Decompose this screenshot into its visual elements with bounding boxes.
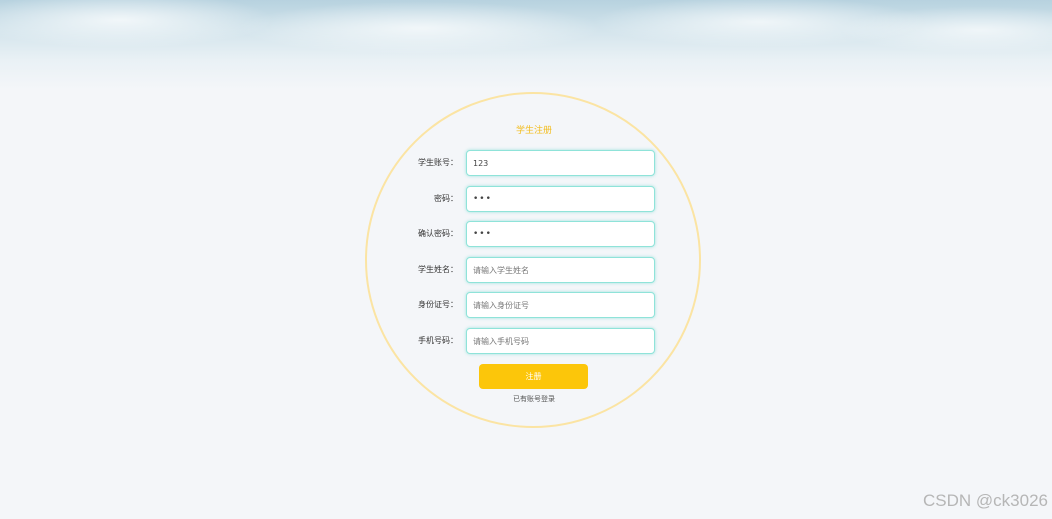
form-title: 学生注册 [515,126,552,136]
register-button[interactable]: 注册 [479,364,588,389]
phone-input[interactable] [466,328,655,354]
csdn-watermark: CSDN @ck3026 [923,491,1048,510]
confirm-password-input[interactable] [466,221,655,247]
confirm-password-label: 确认密码： [418,229,458,238]
password-input[interactable] [466,186,655,212]
sky-banner [0,0,1052,90]
password-label: 密码： [434,194,458,203]
id-number-label: 身份证号： [418,300,458,309]
name-input[interactable] [466,257,655,283]
id-number-input[interactable] [466,292,655,318]
account-label: 学生账号： [418,158,458,167]
account-input[interactable] [466,150,655,176]
name-label: 学生姓名： [418,265,458,274]
login-link[interactable]: 已有账号登录 [474,393,594,405]
phone-label: 手机号码： [418,336,458,345]
